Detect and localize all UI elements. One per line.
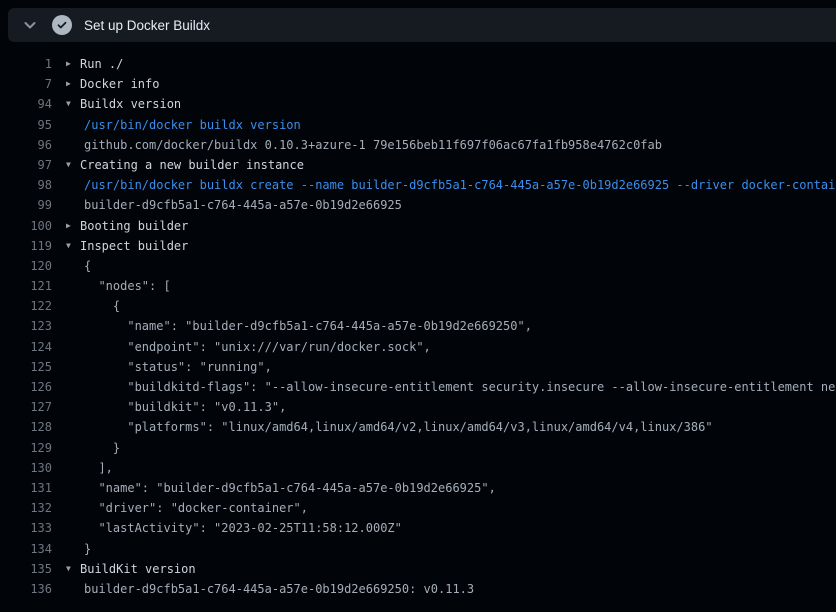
log-group-row[interactable]: 7 ▶Docker info bbox=[0, 74, 836, 94]
line-number[interactable]: 97 bbox=[0, 155, 52, 175]
log-line-row: 129 } bbox=[0, 438, 836, 458]
line-number[interactable]: 134 bbox=[0, 539, 52, 559]
log-group-row[interactable]: 119 ▼Inspect builder bbox=[0, 236, 836, 256]
output-text: "endpoint": "unix:///var/run/docker.sock… bbox=[80, 337, 431, 357]
log-line-row: 131 "name": "builder-d9cfb5a1-c764-445a-… bbox=[0, 478, 836, 498]
log-line-row: 95/usr/bin/docker buildx version bbox=[0, 115, 836, 135]
output-text: github.com/docker/buildx 0.10.3+azure-1 … bbox=[80, 135, 662, 155]
log-area: 1▶Run ./7▶Docker info94▼Buildx version95… bbox=[0, 42, 836, 599]
triangle-down-icon[interactable]: ▼ bbox=[66, 94, 80, 114]
log-line-row: 120 { bbox=[0, 256, 836, 276]
group-label: Run ./ bbox=[80, 54, 123, 74]
check-circle-icon bbox=[52, 15, 72, 35]
line-number[interactable]: 126 bbox=[0, 377, 52, 397]
line-number[interactable]: 124 bbox=[0, 337, 52, 357]
line-number[interactable]: 123 bbox=[0, 316, 52, 336]
log-line-row: 122 { bbox=[0, 296, 836, 316]
line-number[interactable]: 135 bbox=[0, 559, 52, 579]
output-text: } bbox=[80, 438, 120, 458]
line-number[interactable]: 130 bbox=[0, 458, 52, 478]
line-number[interactable]: 129 bbox=[0, 438, 52, 458]
chevron-down-icon[interactable] bbox=[22, 17, 38, 33]
log-line-row: 124 "endpoint": "unix:///var/run/docker.… bbox=[0, 337, 836, 357]
line-number[interactable]: 96 bbox=[0, 135, 52, 155]
line-number[interactable]: 122 bbox=[0, 296, 52, 316]
log-group-row[interactable]: 94 ▼Buildx version bbox=[0, 94, 836, 114]
step-header[interactable]: Set up Docker Buildx bbox=[8, 8, 836, 42]
log-line-row: 128 "platforms": "linux/amd64,linux/amd6… bbox=[0, 417, 836, 437]
log-line-row: 134} bbox=[0, 539, 836, 559]
log-group-row[interactable]: 1 ▶Run ./ bbox=[0, 54, 836, 74]
line-number[interactable]: 95 bbox=[0, 115, 52, 135]
group-label: Docker info bbox=[80, 74, 159, 94]
group-label: BuildKit version bbox=[80, 559, 196, 579]
group-label: Inspect builder bbox=[80, 236, 188, 256]
group-label: Buildx version bbox=[80, 94, 181, 114]
triangle-down-icon[interactable]: ▼ bbox=[66, 559, 80, 579]
output-text: "buildkit": "v0.11.3", bbox=[80, 397, 286, 417]
line-number[interactable]: 121 bbox=[0, 276, 52, 296]
line-number[interactable]: 128 bbox=[0, 417, 52, 437]
line-number[interactable]: 119 bbox=[0, 236, 52, 256]
line-number[interactable]: 127 bbox=[0, 397, 52, 417]
command-text: /usr/bin/docker buildx create --name bui… bbox=[80, 175, 836, 195]
log-line-row: 125 "status": "running", bbox=[0, 357, 836, 377]
log-line-row: 130 ], bbox=[0, 458, 836, 478]
line-number[interactable]: 131 bbox=[0, 478, 52, 498]
log-line-row: 126 "buildkitd-flags": "--allow-insecure… bbox=[0, 377, 836, 397]
output-text: "status": "running", bbox=[80, 357, 272, 377]
output-text: builder-d9cfb5a1-c764-445a-a57e-0b19d2e6… bbox=[80, 195, 402, 215]
log-line-row: 99 builder-d9cfb5a1-c764-445a-a57e-0b19d2… bbox=[0, 195, 836, 215]
log-line-row: 123 "name": "builder-d9cfb5a1-c764-445a-… bbox=[0, 316, 836, 336]
output-text: "name": "builder-d9cfb5a1-c764-445a-a57e… bbox=[80, 316, 532, 336]
output-text: "buildkitd-flags": "--allow-insecure-ent… bbox=[80, 377, 836, 397]
output-text: "driver": "docker-container", bbox=[80, 498, 308, 518]
output-text: "lastActivity": "2023-02-25T11:58:12.000… bbox=[80, 518, 402, 538]
triangle-right-icon[interactable]: ▶ bbox=[66, 54, 80, 74]
output-text: { bbox=[80, 296, 120, 316]
log-line-row: 121 "nodes": [ bbox=[0, 276, 836, 296]
log-line-row: 98/usr/bin/docker buildx create --name b… bbox=[0, 175, 836, 195]
log-line-row: 132 "driver": "docker-container", bbox=[0, 498, 836, 518]
output-text: "nodes": [ bbox=[80, 276, 171, 296]
log-line-row: 127 "buildkit": "v0.11.3", bbox=[0, 397, 836, 417]
log-line-row: 96 github.com/docker/buildx 0.10.3+azure-… bbox=[0, 135, 836, 155]
log-group-row[interactable]: 97 ▼Creating a new builder instance bbox=[0, 155, 836, 175]
line-number[interactable]: 99 bbox=[0, 195, 52, 215]
triangle-down-icon[interactable]: ▼ bbox=[66, 236, 80, 256]
line-number[interactable]: 100 bbox=[0, 216, 52, 236]
output-text: "platforms": "linux/amd64,linux/amd64/v2… bbox=[80, 417, 713, 437]
line-number[interactable]: 98 bbox=[0, 175, 52, 195]
command-text: /usr/bin/docker buildx version bbox=[80, 115, 301, 135]
output-text: "name": "builder-d9cfb5a1-c764-445a-a57e… bbox=[80, 478, 496, 498]
output-text: builder-d9cfb5a1-c764-445a-a57e-0b19d2e6… bbox=[80, 579, 474, 599]
line-number[interactable]: 133 bbox=[0, 518, 52, 538]
log-line-row: 133 "lastActivity": "2023-02-25T11:58:12… bbox=[0, 518, 836, 538]
output-text: ], bbox=[80, 458, 113, 478]
log-group-row[interactable]: 135 ▼BuildKit version bbox=[0, 559, 836, 579]
line-number[interactable]: 136 bbox=[0, 579, 52, 599]
line-number[interactable]: 1 bbox=[0, 54, 52, 74]
triangle-down-icon[interactable]: ▼ bbox=[66, 155, 80, 175]
log-line-row: 136 builder-d9cfb5a1-c764-445a-a57e-0b19d… bbox=[0, 579, 836, 599]
triangle-right-icon[interactable]: ▶ bbox=[66, 216, 80, 236]
output-text: { bbox=[80, 256, 91, 276]
line-number[interactable]: 132 bbox=[0, 498, 52, 518]
group-label: Booting builder bbox=[80, 216, 188, 236]
line-number[interactable]: 7 bbox=[0, 74, 52, 94]
line-number[interactable]: 125 bbox=[0, 357, 52, 377]
line-number[interactable]: 94 bbox=[0, 94, 52, 114]
output-text: } bbox=[80, 539, 91, 559]
log-group-row[interactable]: 100 ▶Booting builder bbox=[0, 216, 836, 236]
step-title: Set up Docker Buildx bbox=[84, 18, 210, 33]
group-label: Creating a new builder instance bbox=[80, 155, 304, 175]
line-number[interactable]: 120 bbox=[0, 256, 52, 276]
triangle-right-icon[interactable]: ▶ bbox=[66, 74, 80, 94]
